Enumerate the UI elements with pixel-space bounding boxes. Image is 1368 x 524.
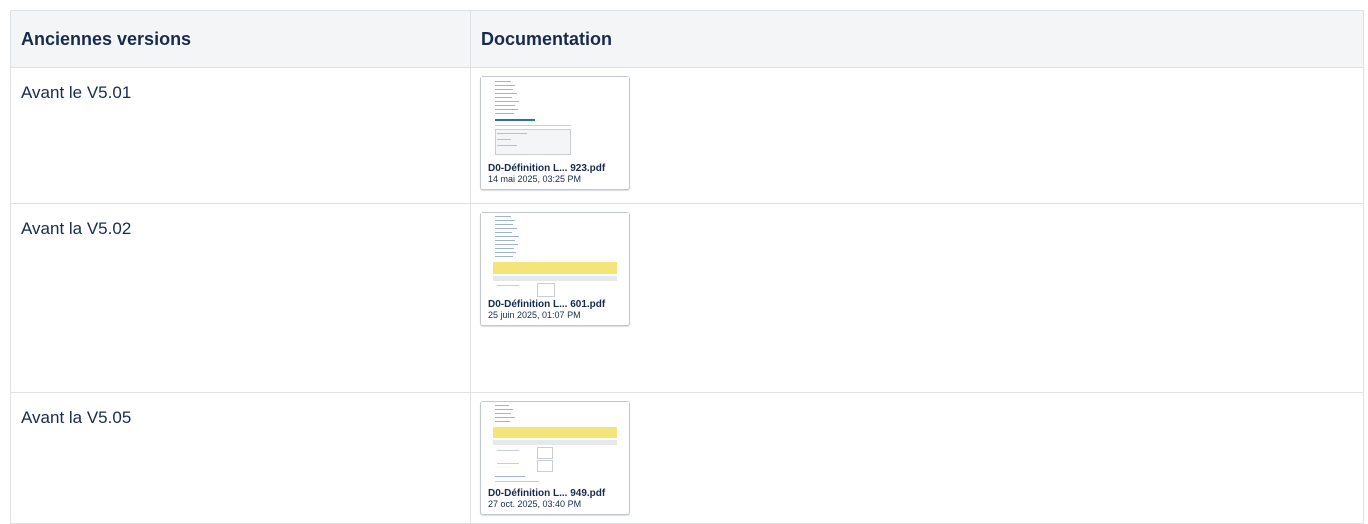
file-card[interactable]: D0-Définition L... 601.pdf 25 juin 2025,… (480, 212, 630, 326)
header-documentation: Documentation (470, 10, 1364, 68)
version-label: Avant la V5.05 (21, 408, 132, 427)
version-label: Avant le V5.01 (21, 83, 132, 102)
documentation-cell: D0-Définition L... 923.pdf 14 mai 2025, … (470, 67, 1364, 204)
file-date: 25 juin 2025, 01:07 PM (488, 310, 581, 320)
documentation-cell: D0-Définition L... 949.pdf 27 oct. 2025,… (470, 392, 1364, 524)
file-name[interactable]: D0-Définition L... 601.pdf (481, 299, 629, 310)
pdf-thumbnail-icon (481, 77, 629, 163)
version-cell: Avant le V5.01 (10, 67, 471, 204)
file-card[interactable]: D0-Définition L... 923.pdf 14 mai 2025, … (480, 76, 630, 190)
table-row: Avant le V5.01 D0-Définition L... 923.pd… (10, 67, 1364, 204)
version-label: Avant la V5.02 (21, 219, 132, 238)
documentation-cell: D0-Définition L... 601.pdf 25 juin 2025,… (470, 203, 1364, 393)
file-name[interactable]: D0-Définition L... 949.pdf (481, 488, 629, 499)
file-date: 27 oct. 2025, 03:40 PM (488, 499, 582, 509)
table-header-row: Anciennes versions Documentation (10, 10, 1364, 68)
versions-table-wrapper: Anciennes versions Documentation Avant l… (10, 10, 1364, 524)
header-anciennes-versions: Anciennes versions (10, 10, 471, 68)
version-cell: Avant la V5.05 (10, 392, 471, 524)
table-row: Avant la V5.02 D0-Définition L... 601.pd… (10, 203, 1364, 393)
file-date: 14 mai 2025, 03:25 PM (488, 174, 582, 184)
file-card[interactable]: D0-Définition L... 949.pdf 27 oct. 2025,… (480, 401, 630, 515)
table-row: Avant la V5.05 D0-Définition L... 949.pd… (10, 392, 1364, 524)
versions-table: Anciennes versions Documentation Avant l… (10, 10, 1364, 524)
pdf-thumbnail-icon (481, 213, 629, 299)
file-name[interactable]: D0-Définition L... 923.pdf (481, 163, 629, 174)
pdf-thumbnail-icon (481, 402, 629, 488)
version-cell: Avant la V5.02 (10, 203, 471, 393)
